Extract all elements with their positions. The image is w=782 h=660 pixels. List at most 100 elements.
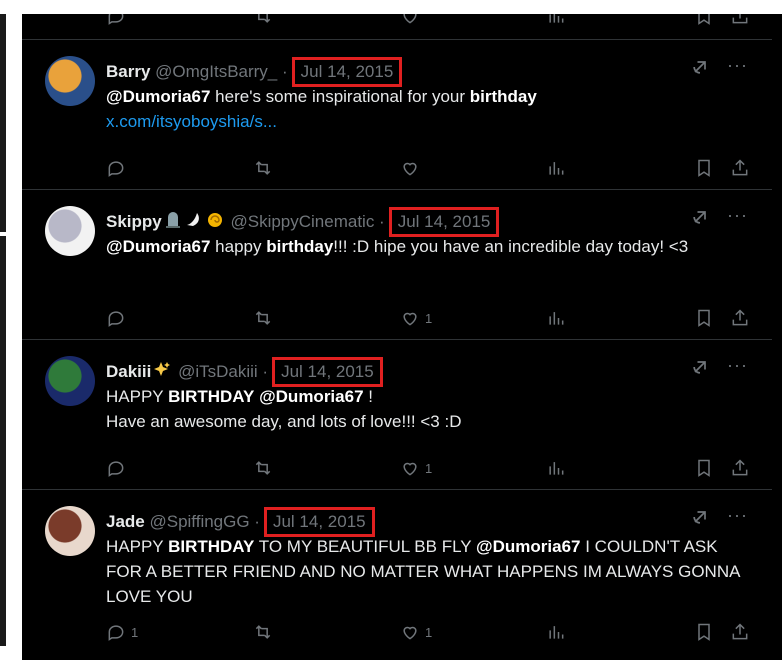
share-button[interactable] bbox=[730, 458, 750, 478]
bookmark-button[interactable] bbox=[694, 308, 714, 328]
bookmark-icon bbox=[698, 623, 710, 641]
tweet-text: HAPPY BIRTHDAY TO MY BEAUTIFUL BB FLY @D… bbox=[106, 534, 754, 609]
share-button[interactable] bbox=[730, 622, 750, 642]
more-options-icon[interactable]: ··· bbox=[727, 55, 748, 76]
previous-tweet-actions bbox=[106, 14, 764, 25]
like-button[interactable]: 1 bbox=[400, 622, 432, 642]
like-button[interactable]: 1 bbox=[400, 458, 432, 478]
more-options-icon[interactable]: ··· bbox=[727, 505, 748, 526]
user-handle[interactable]: @iTsDakiii · bbox=[173, 362, 268, 381]
bold-text: @Dumoria67 bbox=[106, 237, 211, 256]
avatar[interactable] bbox=[45, 56, 95, 106]
bookmark-button[interactable] bbox=[694, 622, 714, 642]
tweet-date-highlighted[interactable]: Jul 14, 2015 bbox=[388, 207, 500, 237]
share-button[interactable] bbox=[730, 308, 750, 328]
views-icon bbox=[549, 626, 564, 639]
name-emojis bbox=[153, 361, 171, 384]
reply-icon bbox=[108, 625, 124, 641]
bookmark-icon[interactable] bbox=[694, 14, 714, 26]
reply-icon bbox=[108, 161, 124, 177]
like-count: 1 bbox=[425, 624, 433, 640]
wing-emoji bbox=[185, 211, 203, 234]
user-handle[interactable]: @SkippyCinematic · bbox=[226, 212, 384, 231]
timeline: Barry @OmgItsBarry_ · Jul 14, 2015 ··· @Dum… bbox=[22, 14, 782, 660]
tweet-date-highlighted[interactable]: Jul 14, 2015 bbox=[263, 507, 375, 537]
text-segment: happy bbox=[210, 237, 267, 256]
grok-icon[interactable] bbox=[690, 207, 710, 232]
more-options-icon[interactable]: ··· bbox=[727, 355, 748, 376]
edge-bar-top bbox=[0, 14, 6, 232]
tweet-date-highlighted[interactable]: Jul 14, 2015 bbox=[272, 357, 383, 387]
bold-text: birthday bbox=[266, 237, 334, 256]
display-name[interactable]: Barry bbox=[106, 62, 150, 81]
views-icon[interactable] bbox=[546, 14, 566, 26]
avatar[interactable] bbox=[45, 206, 95, 256]
tweet-actions: 1 bbox=[106, 458, 754, 480]
bookmark-button[interactable] bbox=[694, 158, 714, 178]
user-handle[interactable]: @SpiffingGG · bbox=[145, 512, 260, 531]
like-button[interactable] bbox=[400, 158, 420, 178]
repost-button[interactable] bbox=[253, 158, 273, 178]
bold-text: BIRTHDAY bbox=[168, 387, 255, 406]
display-name[interactable]: Skippy bbox=[106, 212, 162, 231]
share-icon[interactable] bbox=[730, 14, 750, 26]
reply-count: 1 bbox=[131, 624, 139, 640]
user-handle[interactable]: @OmgItsBarry_ · bbox=[150, 62, 288, 81]
reply-button[interactable] bbox=[106, 458, 126, 478]
like-icon[interactable] bbox=[400, 14, 420, 26]
name-emojis bbox=[164, 211, 224, 234]
avatar[interactable] bbox=[45, 506, 95, 556]
grok-icon[interactable] bbox=[690, 507, 710, 532]
like-icon bbox=[403, 626, 417, 640]
tweet-header: Jade @SpiffingGG · Jul 14, 2015 ··· bbox=[106, 505, 748, 537]
grok-icon[interactable] bbox=[690, 57, 710, 82]
views-button[interactable] bbox=[546, 308, 566, 328]
reply-button[interactable] bbox=[106, 158, 126, 178]
tweet-link[interactable]: x.com/itsyoboyshia/s... bbox=[106, 109, 754, 134]
tweet[interactable]: Dakiii @iTsDakiii · Jul 14, 2015 ··· HAPPY … bbox=[22, 339, 772, 490]
sparkles-emoji bbox=[153, 361, 171, 384]
views-icon bbox=[549, 312, 564, 325]
like-icon bbox=[403, 312, 417, 326]
views-button[interactable] bbox=[546, 158, 566, 178]
repost-button[interactable] bbox=[253, 458, 273, 478]
reply-button[interactable] bbox=[106, 308, 126, 328]
text-segment: Have an awesome day, and lots of love!!!… bbox=[106, 412, 462, 431]
avatar[interactable] bbox=[45, 356, 95, 406]
repost-icon[interactable] bbox=[253, 14, 273, 26]
tweet[interactable]: Jade @SpiffingGG · Jul 14, 2015 ··· HAPPY B… bbox=[22, 489, 772, 660]
tweet-text: HAPPY BIRTHDAY @Dumoria67 ! Have an aweso… bbox=[106, 384, 754, 434]
bold-text: @Dumoria67 bbox=[106, 87, 211, 106]
tweet[interactable]: Barry @OmgItsBarry_ · Jul 14, 2015 ··· @Dum… bbox=[22, 39, 772, 190]
share-icon bbox=[732, 623, 748, 640]
like-button[interactable]: 1 bbox=[400, 308, 432, 328]
bookmark-icon bbox=[698, 459, 710, 477]
repost-button[interactable] bbox=[253, 308, 273, 328]
text-segment: TO MY BEAUTIFUL BB FLY bbox=[254, 537, 477, 556]
like-count: 1 bbox=[425, 460, 433, 476]
share-button[interactable] bbox=[730, 158, 750, 178]
bookmark-button[interactable] bbox=[694, 458, 714, 478]
text-segment: HAPPY bbox=[106, 387, 169, 406]
display-name[interactable]: Dakiii bbox=[106, 362, 151, 381]
views-button[interactable] bbox=[546, 458, 566, 478]
left-window-edge bbox=[0, 0, 22, 660]
display-name[interactable]: Jade bbox=[106, 512, 145, 531]
tombstone-emoji bbox=[164, 211, 182, 234]
like-icon bbox=[403, 462, 417, 476]
grok-icon[interactable] bbox=[690, 357, 710, 382]
tweet-header: Dakiii @iTsDakiii · Jul 14, 2015 ··· bbox=[106, 355, 748, 387]
tweet[interactable]: Skippy @SkippyCinematic · Jul 14, 2015 ···… bbox=[22, 189, 772, 340]
like-icon bbox=[403, 162, 417, 176]
reply-button[interactable]: 1 bbox=[106, 622, 138, 642]
repost-button[interactable] bbox=[253, 622, 273, 642]
more-options-icon[interactable]: ··· bbox=[727, 205, 748, 226]
repost-icon bbox=[255, 311, 271, 325]
bold-text: BIRTHDAY bbox=[168, 537, 255, 556]
tweet-date-highlighted[interactable]: Jul 14, 2015 bbox=[291, 57, 403, 87]
tweet-text: @Dumoria67 here's some inspirational for… bbox=[106, 84, 754, 134]
bold-text: @Dumoria67 bbox=[476, 537, 581, 556]
reply-icon[interactable] bbox=[106, 14, 126, 26]
views-button[interactable] bbox=[546, 622, 566, 642]
tweet-text: @Dumoria67 happy birthday!!! :D hipe you… bbox=[106, 234, 754, 259]
